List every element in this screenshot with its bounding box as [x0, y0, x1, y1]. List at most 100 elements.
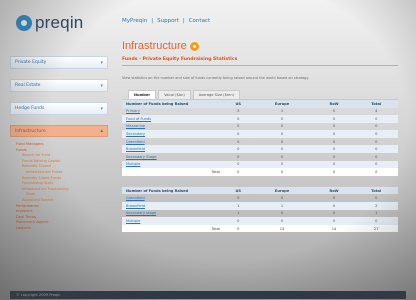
total-row: Total 0 13 14 27 [122, 224, 398, 233]
table-row: Fund of Funds 0 0 0 0 [122, 115, 398, 123]
total-cell: 27 [354, 224, 398, 233]
table-cell: 0 [354, 115, 398, 123]
row-label-link[interactable]: Primary [122, 108, 226, 116]
table-cell: 0 [237, 124, 240, 129]
table-cell: 0 [332, 211, 336, 216]
total-cell: 13 [250, 224, 314, 233]
table-cell: 0 [332, 139, 336, 144]
table-cell: 0 [332, 124, 336, 129]
column-header: US [226, 99, 251, 108]
total-cell: 0 [354, 168, 398, 176]
table-cell: 0 [375, 196, 378, 201]
table-row: Greenfield 0 0 0 0 [122, 194, 398, 202]
table-cell: 0 [313, 115, 355, 123]
top-links: MyPreqin | Support | Contact [122, 18, 210, 24]
sidebar-item[interactable]: Lawyers [16, 226, 114, 232]
row-label-link[interactable]: Greenfield [122, 194, 226, 202]
sidebar: Private Equity ▾ Real Estate ▾ Hedge Fun… [10, 56, 114, 232]
total-cell: 0 [226, 224, 251, 233]
sidebar-section-label: Real Estate [15, 83, 41, 88]
row-label-link[interactable]: Brownfield [122, 145, 226, 154]
column-header: Europe [250, 186, 314, 195]
page: preqin MyPreqin | Support | Contact Priv… [10, 4, 406, 300]
table-cell: 0 [332, 196, 336, 201]
row-label-link[interactable]: Brownfield [122, 201, 226, 210]
sidebar-section-infrastructure[interactable]: Infrastructure ▴ [10, 125, 108, 137]
row-label-link[interactable]: Greenfield [122, 138, 226, 146]
infrastructure-icon [189, 41, 199, 51]
link-separator: | [151, 18, 154, 24]
column-header: RoW [313, 186, 355, 195]
table-cell: 0 [280, 211, 284, 216]
table-cell: 1 [375, 211, 378, 216]
table-cell: 0 [354, 160, 398, 169]
table-row: Greenfield 0 0 0 0 [122, 138, 398, 146]
table-cell: 0 [237, 139, 240, 144]
row-label-link[interactable]: Mezzanine [122, 123, 226, 131]
link-mypreqin[interactable]: MyPreqin [122, 18, 147, 24]
sidebar-section-hedge-funds[interactable]: Hedge Funds ▾ [10, 102, 108, 115]
row-label-link[interactable]: Fund of Funds [122, 115, 226, 123]
table-cell: 0 [280, 196, 284, 201]
table-row: Secondary 0 0 0 0 [122, 130, 398, 138]
table-cell: 0 [226, 160, 251, 169]
table-cell: 1 [280, 109, 284, 114]
total-cell: 0 [226, 168, 251, 176]
column-header: Total [354, 186, 398, 195]
table-cell: 0 [280, 154, 284, 159]
table-cell: 0 [226, 145, 251, 154]
table-cell: 0 [250, 217, 314, 225]
chevron-down-icon: ▾ [100, 106, 103, 112]
table-cell: 0 [332, 109, 336, 114]
row-label-link[interactable]: Secondary [122, 130, 226, 138]
table-cell: 1 [250, 201, 314, 210]
page-title-row: Infrastructure [122, 40, 398, 52]
table-cell: 0 [375, 124, 378, 129]
table-row: Primary 3 1 0 4 [122, 108, 398, 116]
sidebar-section-real-estate[interactable]: Real Estate ▾ [10, 79, 108, 92]
chevron-up-icon: ▴ [100, 128, 103, 134]
table-cell: 0 [375, 139, 378, 144]
table-cell: 0 [280, 139, 284, 144]
table-cell: 0 [237, 196, 240, 201]
sidebar-section-private-equity[interactable]: Private Equity ▾ [10, 56, 108, 69]
row-label-link[interactable]: Multiple [122, 217, 226, 225]
chevron-down-icon: ▾ [100, 83, 103, 89]
logo[interactable]: preqin [16, 12, 83, 34]
table-cell: 0 [375, 154, 378, 159]
row-label-link[interactable]: Secondary Stage [122, 153, 226, 161]
table-cell: 1 [237, 211, 240, 216]
table-header-row: Number of Funds being Raised US Europe RoW T… [122, 186, 398, 195]
tab-number[interactable]: Number [128, 90, 157, 99]
total-cell: 0 [250, 168, 314, 176]
sidebar-section-label: Private Equity [15, 60, 47, 65]
link-support[interactable]: Support [157, 18, 179, 24]
tab-average-size[interactable]: Average Size ($mn) [192, 90, 241, 99]
table-cell: 0 [250, 130, 314, 138]
table-cell: 0 [226, 217, 251, 225]
table-row: Multiple 0 0 0 0 [122, 217, 398, 225]
table-cell: 0 [354, 145, 398, 154]
row-label-link[interactable]: Multiple [122, 160, 226, 169]
row-label-link[interactable]: Secondary stage [122, 210, 226, 218]
column-header: Number of Funds being Raised [122, 186, 226, 195]
column-header: Number of Funds being Raised [122, 99, 226, 108]
tab-value[interactable]: Value ($bn) [158, 90, 191, 99]
table-cell: 1 [226, 201, 251, 210]
link-contact[interactable]: Contact [189, 18, 210, 24]
main-content: Infrastructure Funds - Private Equity Fu… [122, 40, 398, 233]
total-row: Total 0 0 0 0 [122, 168, 398, 176]
table-cell: 0 [313, 201, 355, 210]
table-row: Secondary Stage 0 0 0 0 [122, 153, 398, 161]
preqin-logo-icon [16, 15, 32, 31]
chevron-down-icon: ▾ [100, 60, 103, 66]
table-cell: 0 [280, 124, 284, 129]
column-header: RoW [313, 99, 355, 108]
table-cell: 0 [313, 160, 355, 169]
table-cell: 0 [332, 154, 336, 159]
table-row: Brownfield 0 0 0 0 [122, 145, 398, 154]
table-row: Brownfield 1 1 0 2 [122, 201, 398, 210]
table-cell: 0 [250, 115, 314, 123]
table-cell: 0 [226, 115, 251, 123]
column-header: US [226, 186, 251, 195]
